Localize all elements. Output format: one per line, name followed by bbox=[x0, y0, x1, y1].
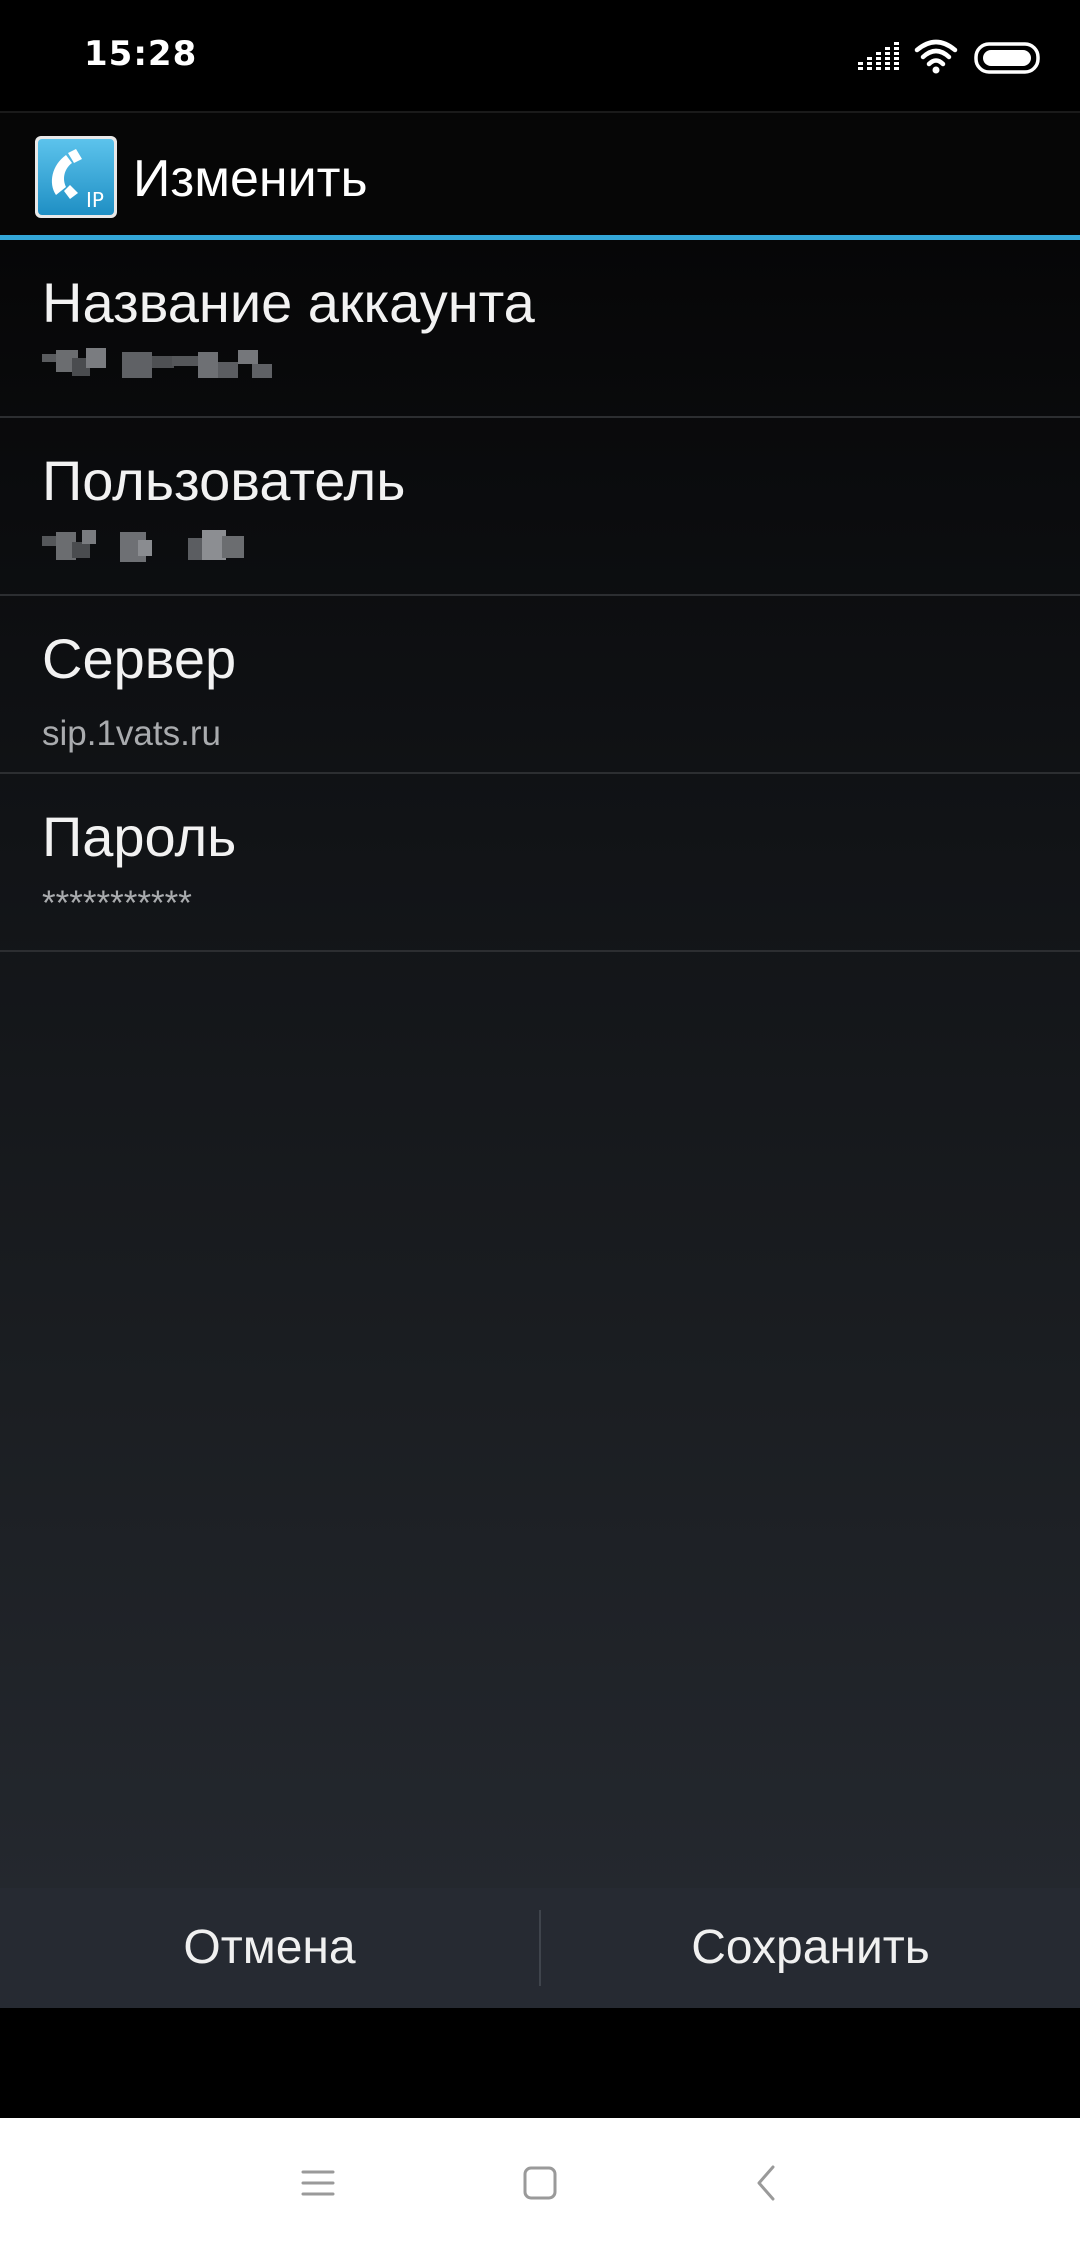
signal-icon bbox=[858, 42, 899, 70]
pref-server-value: sip.1vats.ru bbox=[42, 714, 221, 753]
pref-account-name[interactable]: Название аккаунта bbox=[0, 240, 1080, 418]
pref-username-title: Пользователь bbox=[42, 449, 406, 512]
action-bar: IP Изменить bbox=[0, 111, 1080, 237]
obscured-username bbox=[42, 530, 244, 562]
obscured-account-name bbox=[42, 348, 272, 378]
cancel-button[interactable]: Отмена bbox=[0, 1888, 539, 2008]
navigation-bar bbox=[0, 2118, 1080, 2248]
pref-server[interactable]: Сервер sip.1vats.ru bbox=[0, 596, 1080, 774]
back-icon[interactable] bbox=[726, 2143, 806, 2223]
dialog-button-bar: Отмена Сохранить bbox=[0, 1888, 1080, 2008]
save-button[interactable]: Сохранить bbox=[541, 1888, 1080, 2008]
pref-server-title: Сервер bbox=[42, 627, 237, 690]
menu-icon[interactable] bbox=[278, 2143, 358, 2223]
app-icon-text: IP bbox=[86, 188, 104, 212]
bottom-spacer bbox=[0, 2008, 1080, 2118]
screen: 15:28 IP Изменить Название аккаунта Поль… bbox=[0, 0, 1080, 2248]
preferences-list: Название аккаунта Пользователь Сервер si… bbox=[0, 240, 1080, 2008]
sip-phone-app-icon[interactable]: IP bbox=[34, 135, 118, 219]
pref-account-name-title: Название аккаунта bbox=[42, 271, 535, 334]
pref-password-value: *********** bbox=[42, 884, 192, 923]
pref-password[interactable]: Пароль *********** bbox=[0, 774, 1080, 952]
status-time: 15:28 bbox=[84, 34, 198, 74]
status-bar: 15:28 bbox=[0, 0, 1080, 111]
page-title: Изменить bbox=[133, 150, 368, 208]
battery-icon bbox=[974, 42, 1040, 74]
home-icon[interactable] bbox=[500, 2143, 580, 2223]
pref-password-title: Пароль bbox=[42, 805, 237, 868]
wifi-icon bbox=[914, 39, 958, 74]
pref-username[interactable]: Пользователь bbox=[0, 418, 1080, 596]
